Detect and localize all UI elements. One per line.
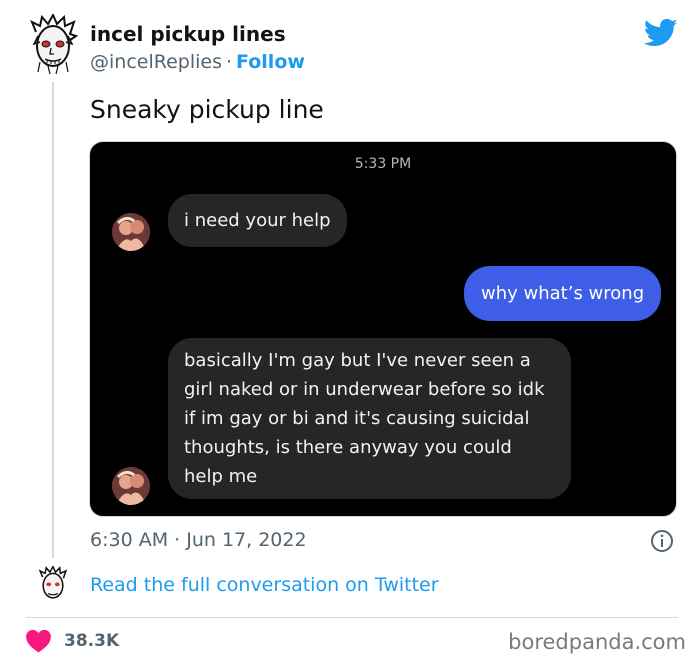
thread-line [52,82,54,558]
sketch-face-avatar-icon[interactable] [36,564,70,604]
incoming-message-bubble: i need your help [168,194,347,247]
chat-timestamp: 5:33 PM [354,156,412,172]
message-line: thoughts, is there anyway you could [184,437,512,458]
watermark: boredpanda.com [508,630,686,654]
twitter-bird-icon[interactable] [643,18,678,48]
tweet-timestamp[interactable]: 6:30 AM · Jun 17, 2022 [90,529,307,551]
separator: · [225,51,233,73]
follow-button[interactable]: Follow [236,51,305,73]
tweet-text: Sneaky pickup line [90,95,324,124]
message-line: if im gay or bi and it's causing suicida… [184,408,530,429]
like-count[interactable]: 38.3K [64,631,119,651]
heart-icon[interactable] [25,628,52,653]
outgoing-message-bubble: why what’s wrong [464,266,662,321]
info-icon[interactable] [650,529,674,553]
tweet-media-image[interactable]: 5:33 PM i need your help why what’s wron… [89,141,677,517]
author-handle-row: @incelReplies · Follow [90,51,305,73]
contact-avatar [112,213,150,251]
message-line: girl naked or in underwear before so idk [184,379,545,400]
read-conversation-link[interactable]: Read the full conversation on Twitter [90,574,439,596]
author-name[interactable]: incel pickup lines [90,22,286,46]
message-line: help me [184,466,258,487]
divider [26,617,678,618]
sketch-face-avatar-icon[interactable] [26,12,80,76]
incoming-message-bubble: basically I'm gay but I've never seen a … [168,338,571,499]
message-line: basically I'm gay but I've never seen a [184,350,531,371]
contact-avatar [112,467,150,505]
author-handle[interactable]: @incelReplies [90,51,222,73]
